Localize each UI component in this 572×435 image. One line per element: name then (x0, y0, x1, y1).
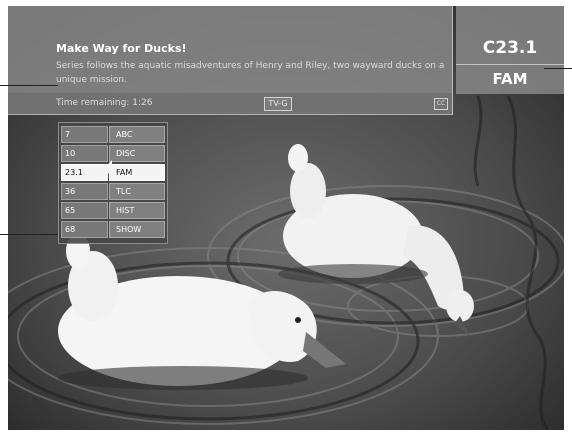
callout-line-left-bottom (0, 234, 58, 235)
channel-row-number: 7 (61, 126, 108, 143)
time-remaining: Time remaining: 1:26 (56, 98, 153, 108)
channel-row-name: DISC (109, 145, 165, 162)
closed-captions-icon: CC (434, 98, 448, 110)
channel-row-name: HIST (109, 202, 165, 219)
program-description: Series follows the aquatic misadventures… (56, 61, 445, 85)
selection-caret-icon (104, 160, 112, 177)
channel-list-row[interactable]: 36 TLC (61, 183, 165, 200)
channel-list-row-selected[interactable]: 23.1 FAM (61, 164, 165, 181)
program-title: Make Way for Ducks! (56, 42, 187, 55)
channel-name: FAM (492, 70, 528, 88)
channel-list: 7 ABC 10 DISC 23.1 FAM 36 TLC 65 HIST 68… (58, 122, 168, 244)
channel-row-number: 65 (61, 202, 108, 219)
channel-row-name: FAM (109, 164, 165, 181)
channel-number: C23.1 (482, 38, 538, 58)
channel-list-row[interactable]: 10 DISC (61, 145, 165, 162)
channel-row-name: ABC (109, 126, 165, 143)
callout-line-right (544, 68, 572, 69)
channel-divider (456, 64, 564, 65)
channel-row-number: 23.1 (61, 164, 108, 181)
callout-line-left-top (0, 85, 58, 86)
channel-list-row[interactable]: 7 ABC (61, 126, 165, 143)
channel-row-number: 36 (61, 183, 108, 200)
channel-row-name: TLC (109, 183, 165, 200)
channel-list-row[interactable]: 65 HIST (61, 202, 165, 219)
channel-row-number: 68 (61, 221, 108, 238)
channel-row-number: 10 (61, 145, 108, 162)
channel-row-name: SHOW (109, 221, 165, 238)
tv-screen: Make Way for Ducks! Series follows the a… (8, 6, 564, 430)
rating-badge: TV-G (264, 97, 292, 111)
channel-list-row[interactable]: 68 SHOW (61, 221, 165, 238)
